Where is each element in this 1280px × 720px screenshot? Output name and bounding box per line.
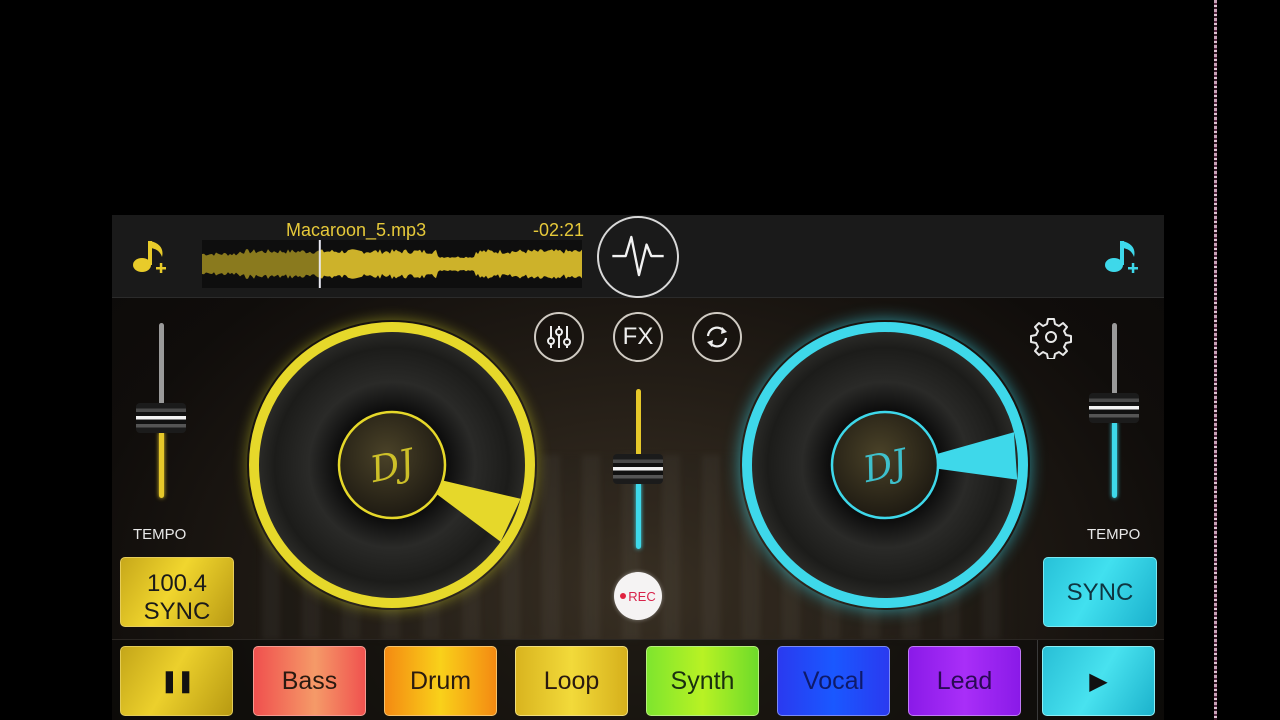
slider-thumb[interactable] <box>1089 392 1139 423</box>
tempo-left-slider[interactable] <box>136 323 186 498</box>
settings-button[interactable] <box>1029 315 1073 360</box>
slider-track <box>1112 323 1117 395</box>
fx-button[interactable]: FX <box>613 312 663 362</box>
sliders-icon <box>547 326 571 348</box>
waveform-playhead[interactable] <box>318 240 321 288</box>
record-label: REC <box>628 588 656 604</box>
waveform-display[interactable] <box>202 240 582 288</box>
pad-bar: ❚❚ Bass Drum Loop Synth Vocal Lead ▶ <box>112 639 1164 720</box>
pad-label: Loop <box>543 666 600 695</box>
sync-left-button[interactable]: 100.4 SYNC <box>120 557 234 627</box>
pad-vocal[interactable]: Vocal <box>777 646 890 716</box>
fx-label: FX <box>622 323 654 350</box>
slider-track-fill <box>159 430 164 498</box>
pad-label: Drum <box>409 666 472 695</box>
refresh-icon <box>706 326 728 348</box>
turntable-graphic: DJ <box>742 322 1028 608</box>
deck-left-turntable[interactable]: DJ <box>247 320 537 610</box>
sync-right-button[interactable]: SYNC <box>1043 557 1157 627</box>
crossfader-slider[interactable] <box>613 389 663 549</box>
slider-track <box>159 323 164 405</box>
tempo-right-slider[interactable] <box>1089 323 1139 498</box>
pad-label: Vocal <box>802 666 865 695</box>
pad-divider <box>1037 640 1038 720</box>
deck-right-turntable[interactable]: DJ <box>740 320 1030 610</box>
mixer-button[interactable] <box>534 312 584 362</box>
pad-lead[interactable]: Lead <box>908 646 1021 716</box>
slider-track-fill <box>1112 420 1117 498</box>
play-button[interactable]: ▶ <box>1042 646 1155 716</box>
top-bar: Macaroon_5.mp3 -02:21 <box>112 215 1164 298</box>
pad-loop[interactable]: Loop <box>515 646 628 716</box>
add-track-right-button[interactable] <box>1102 235 1146 279</box>
pause-button[interactable]: ❚❚ <box>120 646 233 716</box>
track-title: Macaroon_5.mp3 <box>286 220 427 240</box>
sync-label: SYNC <box>143 598 211 625</box>
pad-label: Bass <box>281 666 338 695</box>
pad-drum[interactable]: Drum <box>384 646 497 716</box>
play-icon: ▶ <box>1089 667 1108 695</box>
sync-label: SYNC <box>1066 579 1134 606</box>
slider-thumb[interactable] <box>136 402 186 433</box>
tempo-label-right: TEMPO <box>1087 526 1141 543</box>
gear-icon <box>1030 318 1072 360</box>
pad-synth[interactable]: Synth <box>646 646 759 716</box>
waveform <box>202 240 582 288</box>
pause-icon: ❚❚ <box>160 668 195 693</box>
music-note-plus-icon <box>1105 241 1138 273</box>
tempo-label-left: TEMPO <box>133 526 187 543</box>
time-remaining: -02:21 <box>533 220 585 240</box>
pad-bass[interactable]: Bass <box>253 646 366 716</box>
loop-button[interactable] <box>692 312 742 362</box>
add-track-left-button[interactable] <box>130 235 174 279</box>
bpm-readout: 100.4 <box>146 570 208 597</box>
crossfader-thumb[interactable] <box>613 454 663 484</box>
dj-app: Macaroon_5.mp3 -02:21 FX TEMPO TEMPO DJ … <box>112 215 1164 720</box>
music-note-plus-icon <box>133 241 166 273</box>
record-dot-icon <box>620 593 627 599</box>
record-button[interactable]: REC <box>614 572 662 620</box>
pulse-icon <box>612 235 664 277</box>
turntable-graphic: DJ <box>249 322 535 608</box>
screen: Macaroon_5.mp3 -02:21 FX TEMPO TEMPO DJ … <box>0 0 1280 720</box>
waveform-toggle-button[interactable] <box>597 216 679 298</box>
pad-label: Lead <box>936 666 993 695</box>
crossfader-track-b <box>636 482 641 549</box>
crossfader-track-a <box>636 389 641 456</box>
pad-label: Synth <box>670 666 735 695</box>
screen-edge-line <box>1214 0 1217 720</box>
